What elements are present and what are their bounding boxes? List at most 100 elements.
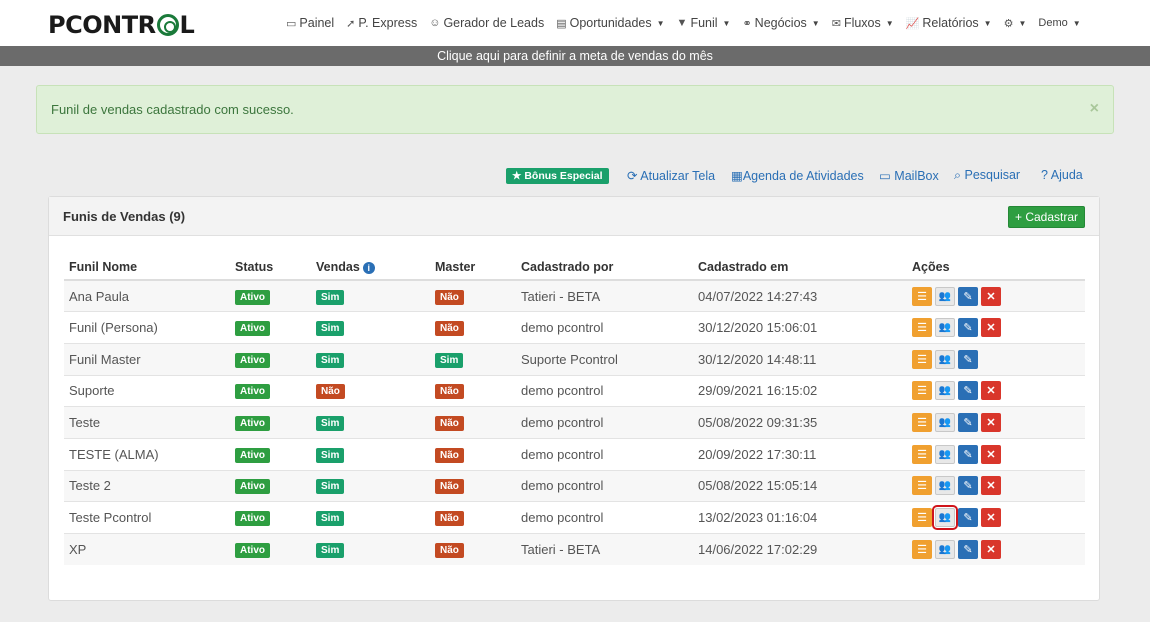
delete-icon[interactable]: ✕ (981, 508, 1001, 528)
table-row: Teste 2 Ativo Sim Não demo pcontrol 05/08/202… (64, 469, 1085, 502)
mailbox-link[interactable]: ▭ MailBox (879, 168, 939, 183)
help-link[interactable]: ? Ajuda (1041, 168, 1083, 182)
vendas-badge: Sim (316, 321, 345, 337)
status-badge: Ativo (235, 416, 270, 432)
info-icon[interactable]: i (362, 262, 375, 274)
list-icon[interactable]: ☰ (912, 318, 932, 338)
vendas-cell: Sim (311, 311, 430, 344)
status-badge: Ativo (235, 447, 270, 463)
master-badge: Não (435, 479, 464, 495)
nav-item-neg-cios[interactable]: ⚭ Negócios ▼ (742, 16, 819, 30)
refresh-link[interactable]: ⟳ Atualizar Tela (627, 168, 715, 183)
list-icon[interactable]: ☰ (912, 286, 932, 306)
team-icon[interactable]: 👥 (932, 505, 958, 531)
search-link[interactable]: ⌕ Pesquisar (954, 168, 1020, 183)
search-label: Pesquisar (964, 168, 1021, 182)
bonus-especial-button[interactable]: ★ Bônus Especial (506, 168, 609, 184)
header-master: Master (430, 255, 516, 281)
master-cell: Não (430, 279, 516, 312)
status-cell: Ativo (230, 311, 311, 344)
header-vendas-label: Vendas (316, 260, 360, 274)
nav-item-fluxos[interactable]: ✉ Fluxos ▼ (832, 16, 894, 30)
cadastrado-em: 05/08/2022 15:05:14 (693, 469, 907, 502)
list-icon[interactable]: ☰ (912, 540, 932, 560)
nav-item-relat-rios[interactable]: 📈 Relatórios ▼ (906, 16, 992, 30)
monitor-icon: ▭ (286, 17, 297, 30)
team-icon[interactable]: 👥 (935, 318, 955, 338)
vendas-badge: Sim (316, 511, 345, 527)
team-icon[interactable]: 👥 (935, 349, 955, 369)
list-icon[interactable]: ☰ (912, 381, 932, 401)
edit-icon[interactable]: ✎ (958, 476, 978, 496)
caret-down-icon: ▼ (1072, 18, 1081, 28)
funnels-table: Funil Nome Status Vendas i Master Cadastr… (64, 255, 1085, 566)
refresh-icon: ⟳ (627, 169, 638, 183)
nav-item-p-express[interactable]: ➚ P. Express (346, 16, 417, 30)
nav-item-funil[interactable]: ▼ Funil ▼ (677, 16, 731, 30)
nav-label: Negócios (754, 16, 807, 30)
team-icon[interactable]: 👥 (935, 381, 955, 401)
edit-icon[interactable]: ✎ (958, 508, 978, 528)
team-icon[interactable]: 👥 (935, 540, 955, 560)
rocket-icon: ➚ (346, 17, 356, 30)
cadastrado-em: 14/06/2022 17:02:29 (693, 533, 907, 566)
actions-cell: ☰ 👥 ✎ ✕ (907, 374, 1085, 407)
add-funnel-button[interactable]: + Cadastrar (1007, 206, 1085, 228)
master-cell: Não (430, 501, 516, 534)
vendas-badge: Sim (316, 543, 345, 559)
delete-icon[interactable]: ✕ (981, 381, 1001, 401)
edit-icon[interactable]: ✎ (958, 381, 978, 401)
edit-icon[interactable]: ✎ (958, 318, 978, 338)
table-row: Suporte Ativo Não Não demo pcontrol 29/09/202… (64, 374, 1085, 407)
list-icon[interactable]: ☰ (912, 413, 932, 433)
delete-icon[interactable]: ✕ (981, 540, 1001, 560)
team-icon[interactable]: 👥 (935, 476, 955, 496)
mailbox-icon: ▭ (879, 169, 891, 183)
edit-icon[interactable]: ✎ (958, 413, 978, 433)
chart-icon: 📈 (905, 17, 920, 30)
list-icon[interactable]: ☰ (912, 349, 932, 369)
list-icon[interactable]: ☰ (912, 476, 932, 496)
agenda-link[interactable]: ▦Agenda de Atividades (731, 168, 864, 183)
close-icon[interactable]: × (1090, 100, 1099, 118)
team-icon[interactable]: 👥 (935, 444, 955, 464)
vendas-cell: Sim (311, 437, 430, 471)
delete-icon[interactable]: ✕ (981, 444, 1001, 464)
master-badge: Não (435, 384, 464, 400)
funnel-name: TESTE (ALMA) (64, 437, 230, 471)
nav-item-gerador-de-leads[interactable]: ☺ Gerador de Leads (429, 16, 544, 30)
panel-header: Funis de Vendas (9) + Cadastrar (49, 197, 1099, 236)
list-icon[interactable]: ☰ (912, 508, 932, 528)
team-icon[interactable]: 👥 (935, 286, 955, 306)
edit-icon[interactable]: ✎ (958, 540, 978, 560)
nav-label: Relatórios (922, 16, 979, 30)
master-cell: Não (430, 469, 516, 502)
team-icon[interactable]: 👥 (935, 413, 955, 433)
pcontrol-logo[interactable]: PCONTR L (48, 11, 195, 39)
table-row: Teste Pcontrol Ativo Sim Não demo pcontrol 13… (64, 501, 1085, 534)
master-badge: Não (435, 416, 464, 432)
nav-item-painel[interactable]: ▭ Painel (286, 16, 334, 30)
gear-icon: ⚙ (1003, 17, 1014, 30)
cadastrado-por: Tatieri - BETA (516, 279, 693, 312)
vendas-cell: Sim (311, 469, 430, 502)
header-acoes: Ações (907, 255, 1085, 281)
master-badge: Sim (435, 352, 464, 368)
settings-menu[interactable]: ⚙ ▼ (1004, 16, 1027, 30)
list-icon[interactable]: ☰ (912, 444, 932, 464)
edit-icon[interactable]: ✎ (958, 444, 978, 464)
delete-icon[interactable]: ✕ (981, 318, 1001, 338)
header-status: Status (230, 255, 311, 281)
funnel-name: Teste 2 (64, 469, 230, 502)
agenda-label: Agenda de Atividades (742, 169, 864, 183)
delete-icon[interactable]: ✕ (981, 413, 1001, 433)
user-menu[interactable]: Demo ▼ (1038, 16, 1080, 30)
delete-icon[interactable]: ✕ (981, 286, 1001, 306)
edit-icon[interactable]: ✎ (958, 349, 978, 369)
funnel-name: Funil Master (64, 342, 230, 376)
sales-goal-bar[interactable]: Clique aqui para definir a meta de venda… (0, 46, 1150, 66)
delete-icon[interactable]: ✕ (981, 476, 1001, 496)
nav-item-oportunidades[interactable]: ▤ Oportunidades ▼ (556, 16, 664, 30)
edit-icon[interactable]: ✎ (958, 286, 978, 306)
plus-icon: + (1014, 210, 1022, 224)
